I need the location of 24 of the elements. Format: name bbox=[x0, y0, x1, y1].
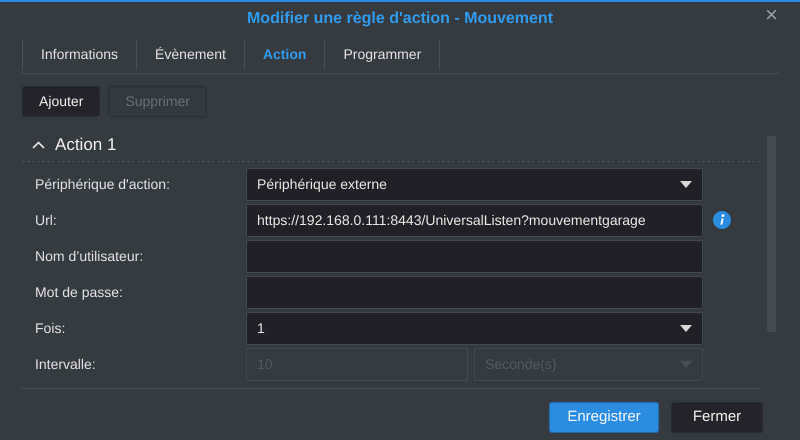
select-field[interactable]: 1 bbox=[246, 312, 703, 344]
section-title: Action 1 bbox=[55, 134, 116, 156]
field-label: Fois: bbox=[35, 318, 66, 338]
tab[interactable]: Programmer bbox=[324, 40, 440, 70]
tab[interactable]: Informations bbox=[22, 40, 136, 70]
close-button[interactable]: × bbox=[765, 4, 778, 26]
text-field[interactable]: https://192.168.0.111:8443/UniversalListen?mouvementgarage bbox=[246, 204, 703, 236]
text-field[interactable] bbox=[246, 240, 703, 272]
tab[interactable]: Évènement bbox=[136, 40, 244, 70]
footer-button[interactable]: Fermer bbox=[671, 402, 763, 433]
collapse-chevron-icon[interactable] bbox=[32, 140, 45, 148]
info-icon[interactable] bbox=[713, 211, 731, 229]
field-label: Url: bbox=[35, 210, 58, 230]
dropdown-caret-icon bbox=[680, 324, 692, 332]
field-label: Périphérique d'action: bbox=[35, 174, 171, 194]
field-label: Mot de passe: bbox=[35, 282, 124, 302]
field-label: Intervalle: bbox=[35, 354, 97, 374]
tab[interactable]: Action bbox=[244, 40, 324, 70]
text-field[interactable] bbox=[246, 276, 703, 308]
toolbar-button[interactable]: Ajouter bbox=[22, 86, 100, 117]
window-title: Modifier une règle d'action - Mouvement bbox=[246, 9, 554, 29]
dropdown-caret-icon bbox=[680, 180, 692, 188]
select-field[interactable]: Périphérique externe bbox=[246, 168, 703, 200]
field-label: Nom d’utilisateur: bbox=[35, 246, 144, 266]
